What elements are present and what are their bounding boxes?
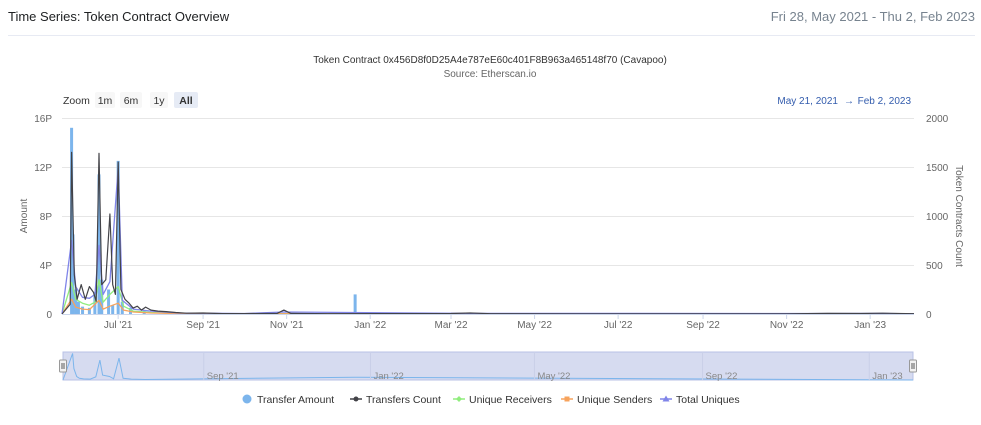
chart-container: Token Contract 0x456D8f0D25A4e787eE60c40… — [19, 55, 964, 406]
legend-item-unique-senders[interactable]: Unique Senders — [561, 394, 652, 406]
transfer-amount-bar[interactable] — [107, 289, 111, 315]
handle-body — [59, 359, 67, 373]
x-tick-label: Jul '22 — [604, 320, 633, 331]
legend-item-unique-receivers[interactable]: Unique Receivers — [453, 394, 552, 406]
transfer-amount-bar[interactable] — [81, 306, 85, 314]
zoom-button-label: 1m — [98, 95, 113, 107]
legend-item-total-uniques[interactable]: Total Uniques — [660, 394, 740, 406]
legend-label: Unique Receivers — [469, 394, 552, 406]
unique-senders-line[interactable] — [61, 298, 915, 315]
range-separator: → — [844, 96, 854, 107]
x-tick-label: Jan '22 — [354, 320, 386, 331]
zoom-button-1y[interactable]: 1y — [150, 92, 168, 108]
legend-item-transfer-amount[interactable]: Transfer Amount — [242, 394, 335, 406]
range-to[interactable]: Feb 2, 2023 — [858, 96, 912, 107]
x-tick-label: Sep '22 — [686, 320, 720, 331]
range-from[interactable]: May 21, 2021 — [777, 96, 838, 107]
y-right-tick-label: 1000 — [926, 212, 949, 223]
x-tick-label: May '22 — [517, 320, 552, 331]
y-left-tick-label: 4P — [40, 261, 53, 272]
navigator-tick-label: May '22 — [537, 371, 570, 382]
legend: Transfer Amount Transfers Count Unique Rec… — [242, 394, 740, 406]
y-left-tick-label: 0 — [46, 310, 52, 321]
navigator-tick-label: Sep '21 — [207, 371, 239, 382]
navigator-tick-label: Jan '23 — [872, 371, 902, 382]
navigator-mask[interactable] — [62, 351, 914, 381]
legend-item-transfers-count[interactable]: Transfers Count — [350, 394, 441, 406]
transfer-amount-bar[interactable] — [111, 305, 115, 314]
y-right-tick-label: 500 — [926, 261, 943, 272]
total-uniques-line[interactable] — [61, 166, 915, 315]
y-left-tick-label: 12P — [34, 163, 52, 174]
x-tick-label: Jan '23 — [854, 320, 886, 331]
x-tick-label: Sep '21 — [186, 320, 220, 331]
zoom-label: Zoom — [63, 95, 90, 107]
zoom-button-label: All — [179, 95, 193, 107]
navigator-tick-label: Jan '22 — [373, 371, 403, 382]
x-tick-label: Jul '21 — [104, 320, 133, 331]
transfers-count-line[interactable] — [61, 151, 915, 315]
y-left-tick-label: 16P — [34, 114, 52, 125]
unique-receivers-line[interactable] — [61, 279, 915, 315]
y-left-tick-label: 8P — [40, 212, 53, 223]
navigator-tick-label: Sep '22 — [706, 371, 738, 382]
x-tick-label: Nov '21 — [270, 320, 304, 331]
navigator[interactable]: Sep '21 Jan '22 May '22 Sep '22 Jan '23 — [59, 351, 917, 382]
handle-body — [909, 359, 917, 373]
legend-marker — [456, 396, 462, 402]
legend-label: Total Uniques — [676, 394, 740, 406]
legend-marker — [564, 396, 570, 402]
y-right-tick-label: 1500 — [926, 163, 949, 174]
x-tick-label: Mar '22 — [434, 320, 467, 331]
y-right-tick-label: 2000 — [926, 114, 949, 125]
x-tick-label: Nov '22 — [770, 320, 804, 331]
y-axis-right-title: Token Contracts Count — [953, 165, 964, 267]
zoom-button-1m[interactable]: 1m — [95, 92, 115, 108]
chart-title: Token Contract 0x456D8f0D25A4e787eE60c40… — [313, 55, 667, 66]
legend-label: Transfers Count — [366, 394, 441, 406]
legend-label: Unique Senders — [577, 394, 652, 406]
zoom-button-label: 6m — [124, 95, 139, 107]
legend-label: Transfer Amount — [257, 394, 334, 406]
zoom-button-6m[interactable]: 6m — [120, 92, 142, 108]
zoom-button-all[interactable]: All — [174, 92, 198, 108]
range-selector: Zoom 1m 6m 1y All May 21, 2021 → Feb 2, 202… — [63, 92, 911, 108]
legend-marker — [353, 396, 359, 402]
zoom-button-label: 1y — [153, 95, 165, 107]
y-axis-left-title: Amount — [19, 199, 30, 234]
chart-subtitle: Source: Etherscan.io — [444, 69, 537, 80]
navigator-right-handle[interactable] — [909, 359, 917, 373]
y-right-tick-label: 0 — [926, 310, 932, 321]
transfer-amount-bar[interactable] — [353, 294, 357, 314]
legend-symbol — [242, 394, 252, 404]
navigator-left-handle[interactable] — [59, 359, 67, 373]
